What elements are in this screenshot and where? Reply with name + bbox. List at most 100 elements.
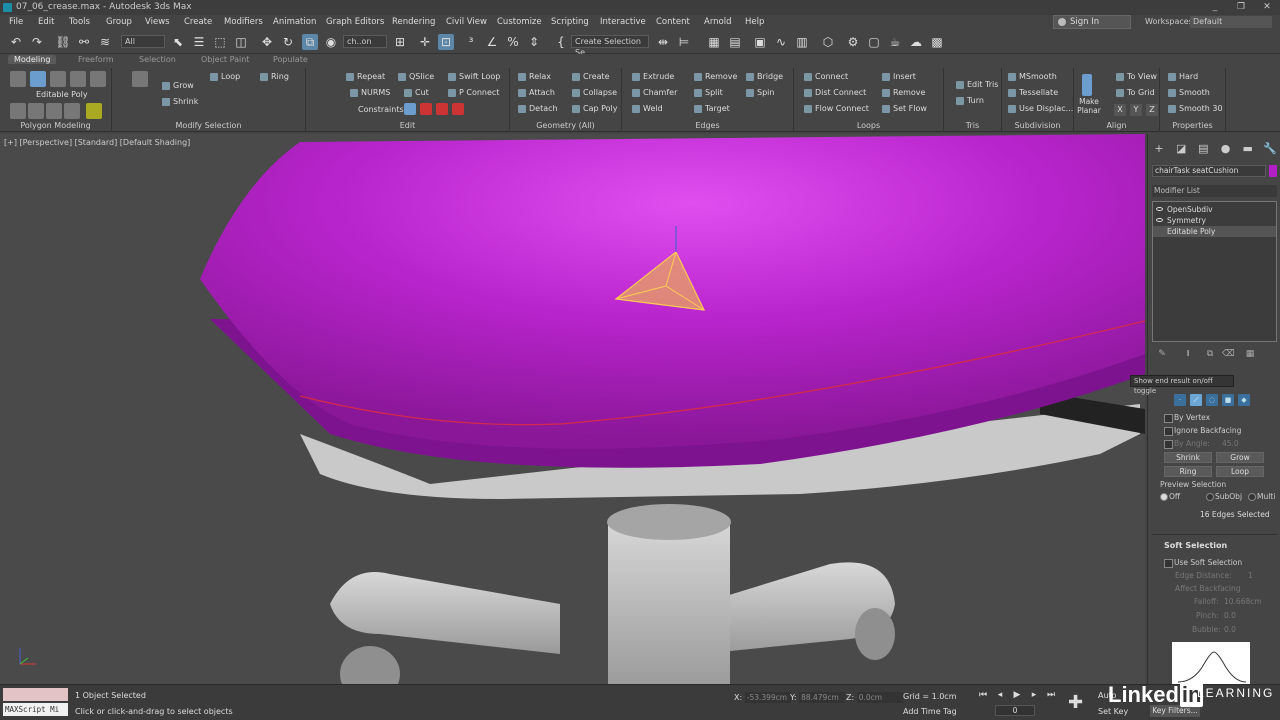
menu-interactive[interactable]: Interactive: [600, 17, 646, 27]
menu-views[interactable]: Views: [145, 17, 170, 27]
show-end-result-icon[interactable]: ⏽: [1182, 348, 1194, 360]
previous-frame-icon[interactable]: ◂: [994, 689, 1006, 701]
pin-stack-icon[interactable]: ✎: [1156, 348, 1168, 360]
collapse-button[interactable]: Collapse: [572, 88, 617, 97]
remove-modifier-icon[interactable]: ⌫: [1222, 348, 1235, 360]
polygon-icon[interactable]: [70, 71, 86, 87]
set-flow-button[interactable]: Set Flow: [882, 104, 927, 113]
scene-explorer-icon[interactable]: ▦: [706, 34, 722, 50]
p-connect-button[interactable]: P Connect: [448, 88, 499, 97]
object-name-field[interactable]: chairTask seatCushion: [1152, 165, 1266, 177]
shrink-button[interactable]: Shrink: [162, 97, 198, 106]
menu-modifiers[interactable]: Modifiers: [224, 17, 263, 27]
vertex-level-icon[interactable]: ·: [1174, 394, 1186, 406]
undo-icon[interactable]: ↶: [8, 34, 24, 50]
set-key-button[interactable]: Set Key: [1098, 707, 1128, 716]
stack-item-opensubdiv[interactable]: OpenSubdiv: [1153, 204, 1276, 215]
falloff-value[interactable]: 10.668cm: [1224, 597, 1262, 606]
pinch-value[interactable]: 0.0: [1224, 611, 1236, 620]
unlink-icon[interactable]: ⚯: [76, 34, 92, 50]
menu-edit[interactable]: Edit: [38, 17, 54, 27]
go-to-start-icon[interactable]: ⏮: [977, 689, 989, 701]
close-button[interactable]: ✕: [1254, 0, 1280, 15]
stack-item-symmetry[interactable]: Symmetry: [1153, 215, 1276, 226]
constraint-face-icon[interactable]: [436, 103, 448, 115]
msmooth-button[interactable]: MSmooth: [1008, 72, 1057, 81]
align-y-button[interactable]: Y: [1130, 104, 1142, 116]
menu-customize[interactable]: Customize: [497, 17, 542, 27]
stack-nav-icon[interactable]: [10, 103, 26, 119]
create-button[interactable]: Create: [572, 72, 610, 81]
snaps-toggle-icon[interactable]: ³: [463, 34, 479, 50]
make-unique-icon[interactable]: ⧉: [1204, 348, 1216, 360]
edit-tris-button[interactable]: Edit Tris: [956, 80, 998, 89]
y-coordinate-field[interactable]: 88.479cm: [799, 692, 846, 703]
polygon-level-icon[interactable]: ■: [1222, 394, 1234, 406]
modify-tab-icon[interactable]: ◪: [1174, 142, 1188, 156]
connect-button[interactable]: Connect: [804, 72, 848, 81]
shrink-selection-button[interactable]: Shrink: [1164, 452, 1212, 463]
add-time-tag[interactable]: Add Time Tag: [903, 707, 957, 716]
attach-button[interactable]: Attach: [518, 88, 555, 97]
soft-selection-title[interactable]: Soft Selection: [1164, 541, 1227, 550]
collapse-stack-icon[interactable]: [86, 103, 102, 119]
tab-freeform[interactable]: Freeform: [78, 55, 114, 64]
make-planar-icon[interactable]: [1082, 74, 1092, 96]
vertex-icon[interactable]: [10, 71, 26, 87]
menu-group[interactable]: Group: [106, 17, 132, 27]
display-tab-icon[interactable]: ▬: [1241, 142, 1255, 156]
constraint-none-icon[interactable]: [404, 103, 416, 115]
curve-editor-icon[interactable]: ∿: [773, 34, 789, 50]
go-to-end-icon[interactable]: ⏭: [1045, 689, 1057, 701]
by-vertex-checkbox[interactable]: By Vertex: [1164, 413, 1210, 423]
named-selection-sets-dropdown[interactable]: Create Selection Se: [571, 35, 649, 57]
rectangular-selection-icon[interactable]: ⬚: [212, 34, 228, 50]
menu-content[interactable]: Content: [656, 17, 690, 27]
swift-loop-button[interactable]: Swift Loop: [448, 72, 500, 81]
keyboard-shortcut-override-icon[interactable]: ⊡: [438, 34, 454, 50]
x-coordinate-field[interactable]: -53.399cm: [744, 692, 791, 703]
minimize-button[interactable]: _: [1202, 0, 1228, 15]
menu-civil-view[interactable]: Civil View: [446, 17, 487, 27]
affect-backfacing-label[interactable]: Affect Backfacing: [1175, 584, 1241, 593]
tab-selection[interactable]: Selection: [139, 55, 176, 64]
eye-icon[interactable]: [1156, 207, 1163, 211]
mirror-icon[interactable]: ⇹: [655, 34, 671, 50]
modifier-list-dropdown[interactable]: Modifier List: [1152, 185, 1277, 197]
ignore-backfacing-checkbox[interactable]: Ignore Backfacing: [1164, 426, 1241, 436]
by-angle-checkbox[interactable]: By Angle:: [1164, 439, 1210, 449]
split-button[interactable]: Split: [694, 88, 723, 97]
ring-selection-button[interactable]: Ring: [1164, 466, 1212, 477]
render-in-cloud-icon[interactable]: ☁: [908, 34, 924, 50]
layer-explorer-icon[interactable]: ▤: [727, 34, 743, 50]
play-icon[interactable]: ▶: [1011, 689, 1023, 701]
menu-create[interactable]: Create: [184, 17, 212, 27]
cap-poly-button[interactable]: Cap Poly: [572, 104, 618, 113]
border-icon[interactable]: [50, 71, 66, 87]
element-level-icon[interactable]: ◆: [1238, 394, 1250, 406]
utilities-tab-icon[interactable]: 🔧: [1263, 142, 1277, 156]
hierarchy-tab-icon[interactable]: ▤: [1196, 142, 1210, 156]
detach-button[interactable]: Detach: [518, 104, 558, 113]
constraint-normal-icon[interactable]: [452, 103, 464, 115]
to-view-button[interactable]: To View: [1116, 72, 1157, 81]
perspective-viewport[interactable]: [+] [Perspective] [Standard] [Default Sh…: [0, 134, 1145, 684]
preview-off-radio[interactable]: Off: [1160, 492, 1180, 501]
element-icon[interactable]: [90, 71, 106, 87]
menu-help[interactable]: Help: [745, 17, 764, 27]
viewport-label[interactable]: [+] [Perspective] [Standard] [Default Sh…: [4, 138, 190, 147]
grow-shrink-icon[interactable]: [132, 71, 148, 87]
reference-coordinate-dropdown[interactable]: ch..on: [343, 35, 387, 48]
object-color-swatch[interactable]: [1269, 165, 1277, 177]
tab-object-paint[interactable]: Object Paint: [201, 55, 249, 64]
cut-button[interactable]: Cut: [404, 88, 429, 97]
menu-graph-editors[interactable]: Graph Editors: [326, 17, 384, 27]
material-editor-icon[interactable]: ⬡: [820, 34, 836, 50]
rendered-frame-window-icon[interactable]: ▢: [866, 34, 882, 50]
menu-animation[interactable]: Animation: [273, 17, 316, 27]
menu-tools[interactable]: Tools: [69, 17, 90, 27]
remove-loop-button[interactable]: Remove: [882, 88, 925, 97]
smooth-button[interactable]: Smooth: [1168, 88, 1210, 97]
weld-button[interactable]: Weld: [632, 104, 663, 113]
render-setup-icon[interactable]: ⚙: [845, 34, 861, 50]
